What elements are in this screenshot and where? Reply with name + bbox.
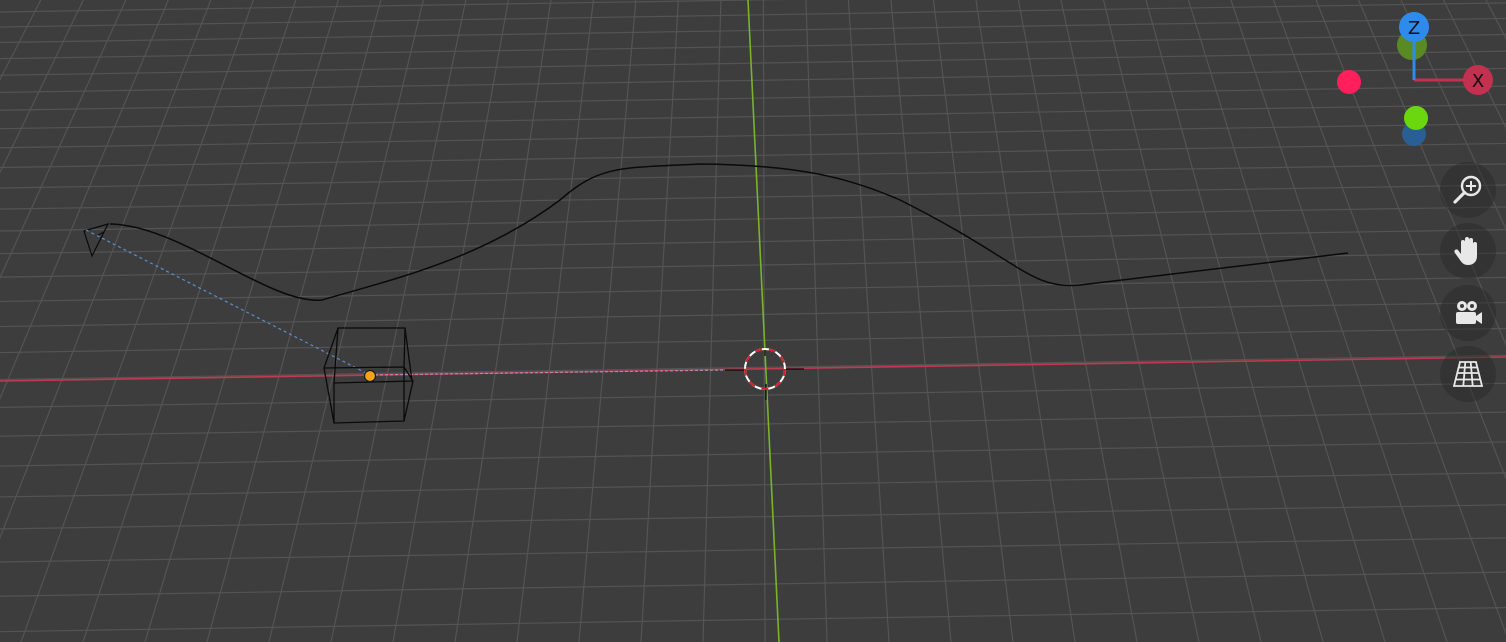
grid-perspective-icon	[1452, 361, 1484, 387]
gizmo-x-label: X	[1472, 71, 1484, 92]
gizmo-neg-x-ball[interactable]	[1337, 70, 1361, 94]
perspective-toggle-button[interactable]	[1440, 346, 1496, 402]
gizmo-y-ball[interactable]	[1404, 106, 1428, 130]
zoom-in-icon	[1453, 175, 1482, 204]
gizmo-z-ball[interactable]: Z	[1399, 12, 1429, 42]
curve-path[interactable]	[109, 163, 1349, 301]
pan-button[interactable]	[1440, 223, 1496, 279]
camera-icon	[1456, 301, 1482, 324]
zoom-button[interactable]	[1440, 162, 1496, 218]
camera-view-button[interactable]	[1440, 285, 1496, 341]
hand-icon	[1454, 237, 1477, 265]
scene-canvas[interactable]	[0, 0, 1506, 642]
3d-viewport[interactable]: X Z	[0, 0, 1506, 642]
x-axis-line	[0, 356, 1506, 382]
object-origin-dot[interactable]	[363, 369, 377, 383]
gizmo-x-ball[interactable]: X	[1463, 65, 1493, 95]
navigation-gizmo[interactable]: X Z	[1326, 8, 1506, 148]
gizmo-z-label: Z	[1408, 18, 1420, 39]
